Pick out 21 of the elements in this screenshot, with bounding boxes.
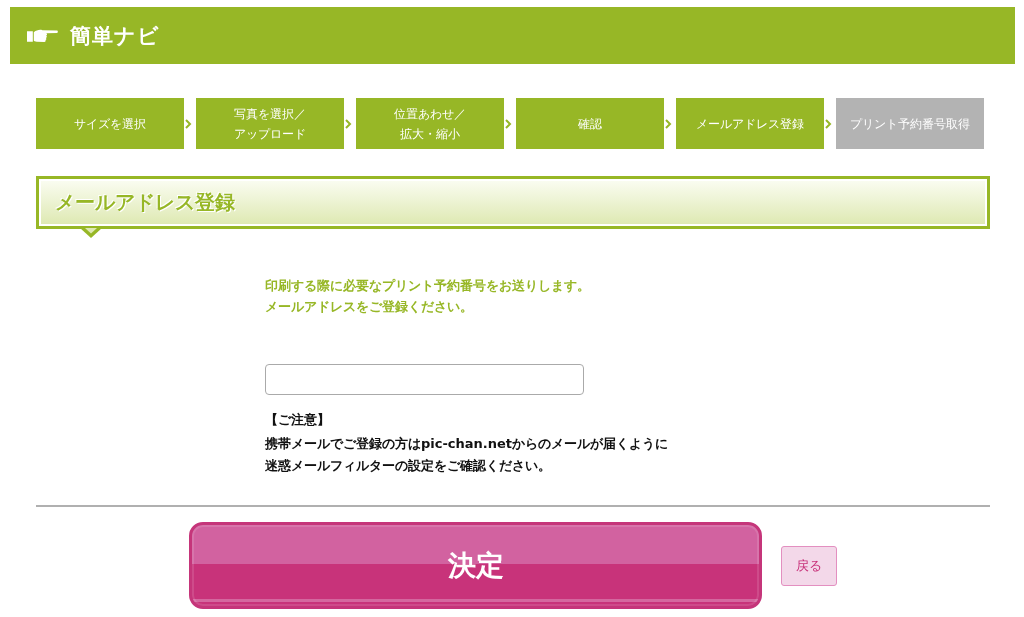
chevron-icon — [185, 118, 192, 129]
back-button[interactable]: 戻る — [781, 545, 837, 586]
section-heading: メールアドレス登録 — [36, 176, 990, 229]
chevron-icon — [345, 118, 352, 129]
email-input[interactable] — [265, 364, 584, 395]
notice-text: 携帯メールでご登録の方はpic-chan.netからのメールが届くように 迷惑メールフィルターの設定をご確認ください。 — [265, 435, 669, 475]
intro-text: 印刷する際に必要なプリント予約番号をお送りします。 メールアドレスをご登録ください。 — [265, 277, 590, 316]
pointing-hand-icon — [27, 28, 58, 43]
chevron-icon — [665, 118, 672, 129]
callout-tail-icon — [80, 228, 102, 239]
chevron-icon — [505, 118, 512, 129]
progress-step: 写真を選択／ アップロード — [196, 98, 344, 149]
progress-step: プリント予約番号取得 — [836, 98, 984, 149]
progress-step: メールアドレス登録 — [676, 98, 824, 149]
notice-title: 【ご注意】 — [265, 411, 330, 429]
app-title: 簡単ナビ — [70, 22, 160, 50]
progress-step: 確認 — [516, 98, 664, 149]
submit-button[interactable]: 決定 — [189, 522, 762, 609]
progress-step: 位置あわせ／ 拡大・縮小 — [356, 98, 504, 149]
chevron-icon — [825, 118, 832, 129]
progress-step: サイズを選択 — [36, 98, 184, 149]
